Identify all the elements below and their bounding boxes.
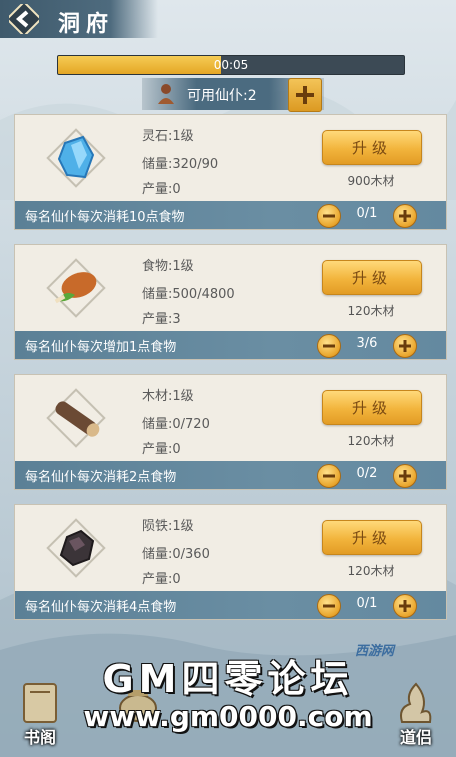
watermark-url: www.gm0000.com xyxy=(83,700,373,733)
upgrade-button[interactable]: 升级 xyxy=(322,520,422,555)
assigned-count: 0/2 xyxy=(356,466,378,481)
upgrade-button[interactable]: 升级 xyxy=(322,130,422,165)
increase-servant-button[interactable] xyxy=(393,464,417,488)
timer-progress-bar: 00:05 xyxy=(57,55,405,75)
servant-icon xyxy=(158,84,174,104)
building-output: 产量:0 xyxy=(142,572,181,587)
meteor-iron-icon xyxy=(46,518,106,578)
building-output: 产量:0 xyxy=(142,442,181,457)
building-card-food: 食物:1级 储量:500/4800 产量:3 升级 120木材 每名仙仆每次增加… xyxy=(14,244,447,360)
watermark-forum-name: GM四零论坛 xyxy=(102,657,354,701)
plus-icon xyxy=(399,470,411,482)
header-bar: 洞府 xyxy=(0,0,158,38)
consumption-note: 每名仙仆每次消耗2点食物 xyxy=(25,470,177,485)
consumption-note: 每名仙仆每次消耗4点食物 xyxy=(25,600,177,615)
building-name: 灵石:1级 xyxy=(142,129,194,144)
upgrade-button[interactable]: 升级 xyxy=(322,260,422,295)
assigned-count: 0/1 xyxy=(356,596,378,611)
back-arrow-icon xyxy=(9,4,39,34)
decrease-servant-button[interactable] xyxy=(317,334,341,358)
increase-servant-button[interactable] xyxy=(393,204,417,228)
assigned-count: 0/1 xyxy=(356,206,378,221)
back-button[interactable] xyxy=(4,2,44,36)
upgrade-cost: 120木材 xyxy=(347,434,395,448)
increase-servant-button[interactable] xyxy=(393,334,417,358)
upgrade-cost: 900木材 xyxy=(347,174,395,188)
building-card-wood: 木材:1级 储量:0/720 产量:0 升级 120木材 每名仙仆每次消耗2点食… xyxy=(14,374,447,490)
card-footer: 每名仙仆每次消耗2点食物 0/2 xyxy=(15,461,446,489)
plus-icon xyxy=(296,86,314,104)
plus-icon xyxy=(399,340,411,352)
card-footer: 每名仙仆每次消耗4点食物 0/1 xyxy=(15,591,446,619)
building-storage: 储量:500/4800 xyxy=(142,287,235,302)
add-servant-button[interactable] xyxy=(288,78,322,112)
minus-icon xyxy=(323,344,335,348)
page-title: 洞府 xyxy=(58,11,115,37)
decrease-servant-button[interactable] xyxy=(317,594,341,618)
building-storage: 储量:0/360 xyxy=(142,547,210,562)
card-footer: 每名仙仆每次增加1点食物 3/6 xyxy=(15,331,446,359)
assigned-count: 3/6 xyxy=(356,336,378,351)
decrease-servant-button[interactable] xyxy=(317,204,341,228)
building-storage: 储量:320/90 xyxy=(142,157,219,172)
minus-icon xyxy=(323,474,335,478)
wood-icon xyxy=(46,388,106,448)
timer-text: 00:05 xyxy=(213,58,249,72)
available-servants: 可用仙仆:2 xyxy=(187,88,257,104)
building-output: 产量:0 xyxy=(142,182,181,197)
minus-icon xyxy=(323,214,335,218)
building-name: 陨铁:1级 xyxy=(142,519,194,534)
plus-icon xyxy=(399,600,411,612)
building-storage: 储量:0/720 xyxy=(142,417,210,432)
plus-icon xyxy=(399,210,411,222)
building-card-meteor-iron: 陨铁:1级 储量:0/360 产量:0 升级 120木材 每名仙仆每次消耗4点食… xyxy=(14,504,447,620)
building-name: 食物:1级 xyxy=(142,259,194,274)
decrease-servant-button[interactable] xyxy=(317,464,341,488)
consumption-note: 每名仙仆每次增加1点食物 xyxy=(25,340,177,355)
building-name: 木材:1级 xyxy=(142,389,194,404)
upgrade-cost: 120木材 xyxy=(347,564,395,578)
consumption-note: 每名仙仆每次消耗10点食物 xyxy=(25,210,185,225)
card-footer: 每名仙仆每次消耗10点食物 0/1 xyxy=(15,201,446,229)
upgrade-cost: 120木材 xyxy=(347,304,395,318)
minus-icon xyxy=(323,604,335,608)
food-icon xyxy=(46,258,106,318)
building-output: 产量:3 xyxy=(142,312,181,327)
spirit-stone-icon xyxy=(46,128,106,188)
upgrade-button[interactable]: 升级 xyxy=(322,390,422,425)
building-card-spirit-stone: 灵石:1级 储量:320/90 产量:0 升级 900木材 每名仙仆每次消耗10… xyxy=(14,114,447,230)
increase-servant-button[interactable] xyxy=(393,594,417,618)
